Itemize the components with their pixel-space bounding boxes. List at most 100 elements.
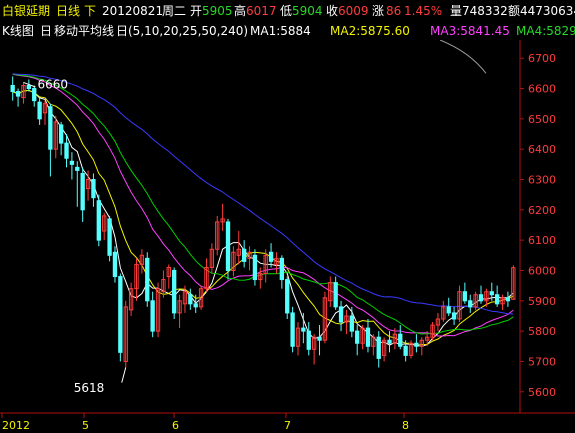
indicator-bar: K线图 日 移动平均线 日(5,10,20,25,50,240) MA1:588… (0, 22, 575, 40)
candle-down (338, 306, 344, 323)
high-label: 高 (234, 4, 247, 18)
quote-weekday: 周二 (162, 4, 187, 18)
change-percent: 1.45% (404, 4, 443, 18)
candle-down (489, 291, 494, 296)
open-value: 5905 (202, 4, 233, 18)
amount-label: 额 (508, 4, 521, 18)
candle-down (91, 178, 96, 199)
low-value: 5904 (292, 4, 323, 18)
direction-label: 下 (84, 4, 97, 18)
candle-down (252, 254, 258, 281)
candle-down (58, 124, 64, 144)
candle-down (494, 294, 500, 305)
date-tick-label: 5 (82, 419, 89, 432)
volume-label: 量 (450, 4, 463, 18)
price-tick-label: 5800 (528, 325, 556, 338)
high-marker-label: 6660 (37, 78, 68, 92)
date-tick-label: 8 (402, 419, 409, 432)
instrument-name: 白银延期 (2, 4, 51, 18)
price-tick-label: 6500 (528, 113, 556, 126)
date-tick-label: 6 (172, 419, 179, 432)
ma3-line (12, 73, 514, 337)
candle-down (112, 251, 118, 278)
change-value: 86 (386, 4, 402, 18)
date-tick-label: 2012 (2, 419, 30, 432)
candle-down (414, 342, 419, 347)
candle-down (349, 315, 354, 332)
candle-down (403, 345, 408, 356)
candle-down (75, 166, 80, 171)
indicator-name[interactable]: 移动平均线 (54, 24, 114, 38)
ma1-line (12, 89, 514, 347)
close-label: 收 (326, 4, 339, 18)
price-tick-label: 6700 (528, 52, 556, 65)
price-tick-label: 6600 (528, 83, 556, 96)
candle-down (80, 172, 85, 211)
kline-chart[interactable]: 6700 6600 6500 6400 6300 6200 6100 6000 5900 5800… (0, 40, 575, 433)
date-tick-label: 7 (284, 419, 291, 432)
change-label: 涨 (372, 4, 385, 18)
ma4-line (12, 73, 514, 335)
candle-down (268, 251, 274, 262)
candle-down (107, 218, 112, 256)
indicator-params: 日(5,10,20,25,50,240) (116, 24, 249, 38)
amount-value: 4473063424 (520, 4, 575, 18)
ma6-line (439, 40, 487, 74)
candle-down (355, 330, 360, 344)
candle-down (32, 88, 37, 102)
candle-down (365, 327, 371, 347)
candle-down (225, 221, 231, 271)
candle-down (468, 300, 473, 308)
candle-down (96, 200, 101, 241)
low-marker-line (121, 367, 127, 383)
candle-down (118, 276, 123, 353)
price-tick-label: 6100 (528, 234, 556, 247)
candle-down (188, 294, 193, 305)
candle-down (478, 294, 484, 302)
date-axis: 2012 5 6 7 8 (1, 413, 409, 432)
candles[interactable] (10, 76, 516, 368)
ma4-value: MA4:5829 (516, 24, 575, 38)
ma1-value: MA1:5884 (250, 24, 311, 38)
price-tick-label: 6200 (528, 204, 556, 217)
candle-down (387, 339, 392, 344)
quote-info-bar: 白银延期 日线 下 20120821 周二 开 5905 高 6017 低 59… (0, 0, 575, 22)
candle-down (64, 142, 69, 159)
chart-type-label[interactable]: K线图 (2, 24, 34, 38)
price-tick-label: 6000 (528, 264, 556, 277)
ma2-value: MA2:5875.60 (330, 24, 410, 38)
ma3-value: MA3:5841.45 (430, 24, 510, 38)
candle-down (301, 327, 306, 332)
candle-down (279, 257, 285, 281)
quote-date: 20120821 (102, 4, 164, 18)
candle-down (333, 282, 338, 308)
price-tick-label: 5700 (528, 355, 556, 368)
price-tick-label: 6400 (528, 143, 556, 156)
price-tick-label: 5600 (528, 386, 556, 399)
candle-down (505, 297, 511, 302)
ma2-line (12, 89, 514, 346)
candle-down (285, 279, 290, 314)
candle-down (306, 330, 311, 350)
volume-value: 748332 (462, 4, 508, 18)
candle-down (37, 101, 42, 120)
candle-down (317, 336, 322, 341)
candle-down (145, 257, 150, 302)
candle-down (451, 312, 457, 320)
candle-down (376, 336, 381, 359)
candle-down (48, 106, 53, 150)
low-label: 低 (280, 4, 293, 18)
candle-down (15, 91, 21, 97)
candle-down (462, 291, 468, 302)
indicator-toggle-icon[interactable]: 日 (40, 24, 52, 38)
candle-down (398, 333, 403, 347)
price-tick-label: 5900 (528, 295, 556, 308)
candle-down (446, 306, 451, 314)
candle-down (193, 303, 198, 308)
candle-down (290, 312, 295, 347)
candle-down (69, 160, 75, 165)
candle-down (150, 300, 155, 332)
candle-down (26, 84, 32, 90)
price-tick-label: 6300 (528, 173, 556, 186)
open-label: 开 (190, 4, 203, 18)
